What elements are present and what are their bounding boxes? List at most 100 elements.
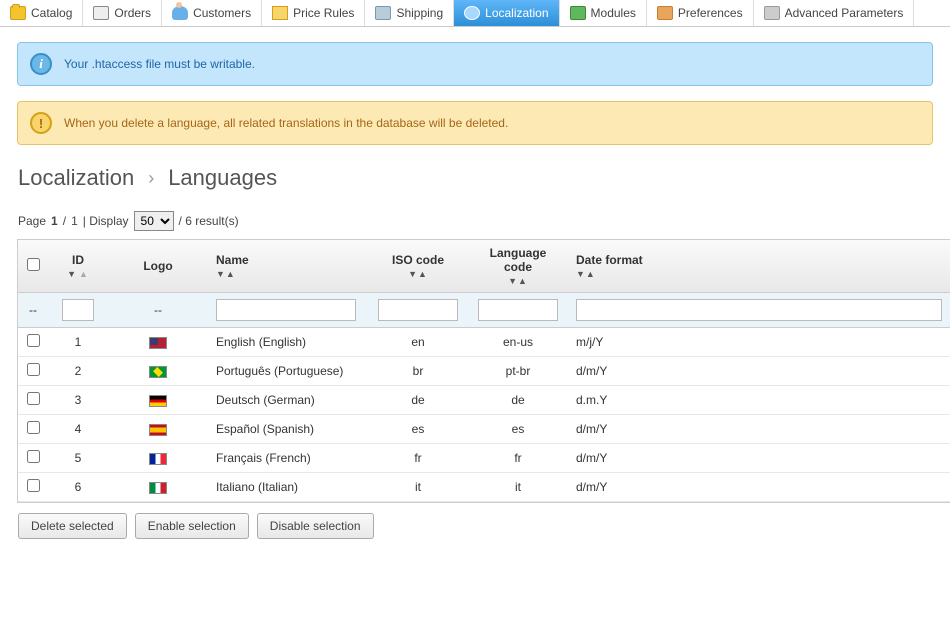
cell-lang: en-us xyxy=(468,328,568,357)
cell-name: Français (French) xyxy=(208,444,368,473)
top-nav: Catalog Orders Customers Price Rules Shippin… xyxy=(0,0,950,27)
enable-selection-button[interactable]: Enable selection xyxy=(135,513,249,539)
nav-label: Catalog xyxy=(31,6,72,20)
nav-label: Orders xyxy=(114,6,151,20)
alert-warning: ! When you delete a language, all relate… xyxy=(17,101,933,145)
col-date-label[interactable]: Date format xyxy=(576,253,643,267)
nav-orders[interactable]: Orders xyxy=(83,0,162,26)
cell-iso: br xyxy=(368,357,468,386)
warning-icon: ! xyxy=(30,112,52,134)
pager-total: 1 xyxy=(71,214,78,228)
cell-name: Español (Spanish) xyxy=(208,415,368,444)
delete-selected-button[interactable]: Delete selected xyxy=(18,513,127,539)
person-icon xyxy=(172,6,188,20)
chevron-right-icon: › xyxy=(148,168,154,189)
nav-modules[interactable]: Modules xyxy=(560,0,647,26)
cell-id: 2 xyxy=(48,357,108,386)
disable-selection-button[interactable]: Disable selection xyxy=(257,513,374,539)
cell-date: d/m/Y xyxy=(568,415,950,444)
filter-lang-input[interactable] xyxy=(478,299,558,321)
cell-id: 3 xyxy=(48,386,108,415)
cell-id: 4 xyxy=(48,415,108,444)
cell-iso: fr xyxy=(368,444,468,473)
table-row[interactable]: 2Português (Portuguese)brpt-brd/m/Y xyxy=(18,357,950,386)
nav-customers[interactable]: Customers xyxy=(162,0,262,26)
cell-date: d.m.Y xyxy=(568,386,950,415)
cell-name: English (English) xyxy=(208,328,368,357)
pager-sep: / xyxy=(63,214,66,228)
pager-current: 1 xyxy=(51,214,58,228)
pagination-bar: Page 1 / 1 | Display 50 / 6 result(s) xyxy=(18,211,932,231)
pager-display-label: | Display xyxy=(83,214,129,228)
table-row[interactable]: 3Deutsch (German)deded.m.Y xyxy=(18,386,950,415)
col-id-label[interactable]: ID xyxy=(72,253,84,267)
sort-arrows-icon[interactable]: ▼▲ xyxy=(576,269,942,279)
pager-results: / 6 result(s) xyxy=(179,214,239,228)
table-row[interactable]: 1English (English)enen-usm/j/Y xyxy=(18,328,950,357)
cell-name: Deutsch (German) xyxy=(208,386,368,415)
nav-label: Advanced Parameters xyxy=(785,6,904,20)
flag-es-icon xyxy=(149,424,167,436)
nav-advanced-parameters[interactable]: Advanced Parameters xyxy=(754,0,915,26)
cell-lang: it xyxy=(468,473,568,502)
row-checkbox[interactable] xyxy=(27,479,40,492)
cell-date: d/m/Y xyxy=(568,444,950,473)
nav-label: Customers xyxy=(193,6,251,20)
col-logo-label: Logo xyxy=(143,259,172,273)
row-checkbox[interactable] xyxy=(27,421,40,434)
nav-shipping[interactable]: Shipping xyxy=(365,0,454,26)
row-checkbox[interactable] xyxy=(27,450,40,463)
table-row[interactable]: 5Français (French)frfrd/m/Y xyxy=(18,444,950,473)
cell-id: 1 xyxy=(48,328,108,357)
nav-catalog[interactable]: Catalog xyxy=(0,0,83,26)
nav-price-rules[interactable]: Price Rules xyxy=(262,0,365,26)
flag-br-icon xyxy=(149,366,167,378)
cell-lang: pt-br xyxy=(468,357,568,386)
sort-arrows-icon[interactable]: ▼▲ xyxy=(376,269,460,279)
breadcrumb-page: Languages xyxy=(168,165,277,191)
filter-id-input[interactable] xyxy=(62,299,94,321)
cell-iso: de xyxy=(368,386,468,415)
breadcrumb: Localization › Languages xyxy=(18,165,932,191)
table-row[interactable]: 6Italiano (Italian)ititd/m/Y xyxy=(18,473,950,502)
languages-table: ID ▼▲ Logo Name ▼▲ ISO code ▼▲ Language … xyxy=(18,240,950,502)
languages-table-wrap: ID ▼▲ Logo Name ▼▲ ISO code ▼▲ Language … xyxy=(17,239,950,503)
nav-label: Preferences xyxy=(678,6,743,20)
cart-icon xyxy=(93,6,109,20)
cell-iso: it xyxy=(368,473,468,502)
alert-info-text: Your .htaccess file must be writable. xyxy=(64,57,255,71)
cell-lang: de xyxy=(468,386,568,415)
row-checkbox[interactable] xyxy=(27,363,40,376)
select-all-checkbox[interactable] xyxy=(27,258,40,271)
sort-arrows-icon[interactable]: ▼▲ xyxy=(216,269,360,279)
folder-icon xyxy=(10,6,26,20)
filter-iso-input[interactable] xyxy=(378,299,458,321)
breadcrumb-section: Localization xyxy=(18,165,134,191)
info-icon: i xyxy=(30,53,52,75)
filter-name-input[interactable] xyxy=(216,299,356,321)
filter-date-input[interactable] xyxy=(576,299,942,321)
puzzle-icon xyxy=(570,6,586,20)
filter-dash: -- xyxy=(18,293,48,328)
table-row[interactable]: 4Español (Spanish)esesd/m/Y xyxy=(18,415,950,444)
alert-warning-text: When you delete a language, all related … xyxy=(64,116,508,130)
col-name-label[interactable]: Name xyxy=(216,253,249,267)
globe-icon xyxy=(464,6,480,20)
tag-icon xyxy=(272,6,288,20)
row-checkbox[interactable] xyxy=(27,334,40,347)
row-checkbox[interactable] xyxy=(27,392,40,405)
col-iso-label[interactable]: ISO code xyxy=(392,253,444,267)
bulk-actions: Delete selected Enable selection Disable… xyxy=(18,513,950,539)
nav-localization[interactable]: Localization xyxy=(454,0,559,26)
cell-lang: fr xyxy=(468,444,568,473)
nav-label: Shipping xyxy=(396,6,443,20)
truck-icon xyxy=(375,6,391,20)
page-size-select[interactable]: 50 xyxy=(134,211,174,231)
nav-preferences[interactable]: Preferences xyxy=(647,0,754,26)
cell-id: 5 xyxy=(48,444,108,473)
sort-arrows-icon[interactable]: ▼▲ xyxy=(56,269,100,279)
nav-label: Modules xyxy=(591,6,636,20)
col-lang-label[interactable]: Language code xyxy=(490,246,547,274)
filter-dash: -- xyxy=(108,293,208,328)
sort-arrows-icon[interactable]: ▼▲ xyxy=(476,276,560,286)
